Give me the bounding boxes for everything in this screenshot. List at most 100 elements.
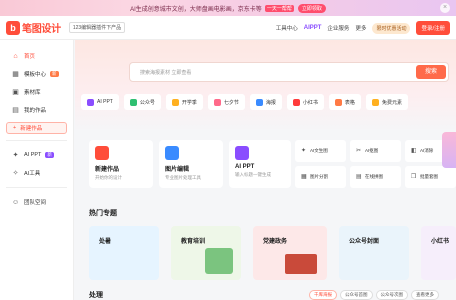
template-card[interactable]: 教育培训 <box>171 226 241 280</box>
category-school[interactable]: 开学季 <box>165 94 203 110</box>
new-badge: 新 <box>45 152 54 158</box>
feature-image-edit[interactable]: 图片编辑 专业图片处理工具 <box>159 140 223 188</box>
sidebar: ⌂ 首页 ▦ 模板中心 新 ▣ 素材库 ▤ 我的作品 + 新建作品 ✦ AI P… <box>0 40 74 300</box>
chip[interactable]: 公众号次图 <box>375 290 408 300</box>
template-card[interactable]: 处暑 <box>89 226 159 280</box>
feature-subtitle: 输入标题一键生成 <box>235 172 271 177</box>
home-icon: ⌂ <box>13 52 18 60</box>
template-label: 处暑 <box>99 239 112 245</box>
poster-icon <box>255 98 263 106</box>
heart-icon <box>213 98 221 106</box>
template-label: 小红书 <box>431 239 450 245</box>
section-title-hot: 热门专题 <box>89 210 117 217</box>
sidebar-item-ai-ppt[interactable]: ✦ AI PPT 新 <box>6 147 67 163</box>
plus-icon: + <box>13 125 17 131</box>
sparkle-icon: ✦ <box>301 148 307 154</box>
main-content: 搜索海报素材 立即查看 搜索 AI PPT 公众号 开学季 七夕节 海报 小红书… <box>75 40 456 300</box>
vip-button[interactable]: 限时优惠活动 <box>372 22 411 34</box>
tool-ai-text-to-image[interactable]: ✦ AI文生图 <box>295 140 346 162</box>
nav-tool-center[interactable]: 工具中心 <box>276 24 298 32</box>
feature-title: AI PPT <box>235 164 255 170</box>
logo[interactable]: b 笔图设计 <box>6 20 61 35</box>
promo-banner[interactable]: AI生成创意城市文创，大师盘画电影画，京东卡等 一天一帮帮 立即领取 × <box>0 0 456 16</box>
ai-icon: ✦ <box>12 151 19 159</box>
category-label: 免费元素 <box>381 99 402 106</box>
divider <box>6 187 67 188</box>
sidebar-item-team[interactable]: ☺ 团队空间 <box>6 194 67 210</box>
tool-label: 图片分割 <box>310 174 328 179</box>
nav-aippt[interactable]: AIPPT <box>304 25 322 31</box>
floating-promo[interactable] <box>442 132 456 168</box>
category-ai-ppt[interactable]: AI PPT <box>81 94 119 110</box>
tool-label: 在线拼图 <box>365 174 383 179</box>
divider <box>6 140 67 141</box>
sidebar-item-assets[interactable]: ▣ 素材库 <box>6 84 67 100</box>
logo-text: 笔图设计 <box>22 24 61 35</box>
template-icon: ▦ <box>12 70 19 78</box>
template-card[interactable]: 小红书 <box>421 226 456 280</box>
chip[interactable]: 公众号首图 <box>340 290 373 300</box>
wechat-icon <box>129 98 137 106</box>
image-icon: ▣ <box>12 88 19 96</box>
feature-new-work[interactable]: 新建作品 开始你的设计 <box>89 140 153 188</box>
category-bar: AI PPT 公众号 开学季 七夕节 海报 小红书 表格 免费元素 <box>81 94 456 112</box>
feature-ai-ppt[interactable]: AI PPT 输入标题一键生成 <box>229 140 291 188</box>
close-icon[interactable]: × <box>440 3 450 13</box>
search-input[interactable]: 搜索海报素材 立即查看 <box>140 69 191 76</box>
template-label: 公众号封面 <box>349 239 380 245</box>
sidebar-item-label: 首页 <box>24 54 36 60</box>
sidebar-item-templates[interactable]: ▦ 模板中心 新 <box>6 66 67 82</box>
banner-text: AI生成创意城市文创，大师盘画电影画，京东卡等 <box>130 6 262 13</box>
banner-cta[interactable]: 立即领取 <box>297 3 326 13</box>
category-table[interactable]: 表格 <box>328 94 361 110</box>
category-qixi[interactable]: 七夕节 <box>207 94 245 110</box>
tool-label: AI文生图 <box>310 148 328 153</box>
template-label: 党建政务 <box>263 239 288 245</box>
ppt-icon <box>235 146 249 160</box>
hero-section: 搜索海报素材 立即查看 搜索 AI PPT 公众号 开学季 七夕节 海报 小红书… <box>75 40 456 132</box>
tool-image-split[interactable]: ▦ 图片分割 <box>295 166 346 188</box>
chip[interactable]: 查看更多 <box>411 290 439 300</box>
chip-row: 千库海报 公众号首图 公众号次图 查看更多 <box>309 290 442 300</box>
chip[interactable]: 千库海报 <box>309 290 337 300</box>
tool-ai-cutout[interactable]: ✂ AI抠图 <box>350 140 401 162</box>
tool-batch[interactable]: ❒ 批量套图 <box>405 166 456 188</box>
top-header: b 笔图设计 123编辑器插件下产品 工具中心 AIPPT 企业服务 更多 限时… <box>0 16 456 40</box>
search-button[interactable]: 搜索 <box>416 65 446 79</box>
plus-icon <box>95 146 109 160</box>
template-label: 教育培训 <box>181 239 206 245</box>
section-title-more: 处理 <box>89 292 103 299</box>
gift-icon <box>371 98 379 106</box>
nav-enterprise[interactable]: 企业服务 <box>327 24 349 32</box>
template-card[interactable]: 公众号封面 <box>339 226 409 280</box>
school-icon <box>171 98 179 106</box>
header-nav: 工具中心 AIPPT 企业服务 更多 限时优惠活动 登录/注册 <box>276 16 456 40</box>
magic-wand-icon: ✧ <box>12 169 19 177</box>
sidebar-item-label: 我的作品 <box>24 108 47 114</box>
category-poster[interactable]: 海报 <box>249 94 282 110</box>
sidebar-item-my-works[interactable]: ▤ 我的作品 <box>6 102 67 118</box>
scissors-icon: ✂ <box>356 148 362 154</box>
category-xiaohongshu[interactable]: 小红书 <box>286 94 324 110</box>
template-card[interactable]: 党建政务 <box>253 226 327 280</box>
logo-icon: b <box>6 20 20 35</box>
category-free[interactable]: 免费元素 <box>365 94 408 110</box>
tool-label: 批量套图 <box>420 174 438 179</box>
extension-link[interactable]: 123编辑器插件下产品 <box>68 22 126 33</box>
sidebar-item-home[interactable]: ⌂ 首页 <box>6 48 67 64</box>
table-icon <box>334 98 342 106</box>
feature-subtitle: 专业图片处理工具 <box>165 175 201 180</box>
image-edit-icon <box>165 146 179 160</box>
search-bar[interactable]: 搜索海报素材 立即查看 搜索 <box>129 62 449 82</box>
tool-collage[interactable]: ▤ 在线拼图 <box>350 166 401 188</box>
eraser-icon: ◧ <box>411 148 417 154</box>
sidebar-item-label: AI工具 <box>24 171 41 177</box>
login-button[interactable]: 登录/注册 <box>416 21 450 35</box>
nav-more[interactable]: 更多 <box>355 24 366 32</box>
new-work-button[interactable]: + 新建作品 <box>6 122 67 134</box>
sidebar-item-label: 素材库 <box>24 90 41 96</box>
feature-title: 图片编辑 <box>165 167 190 173</box>
banner-tag: 一天一帮帮 <box>264 4 294 12</box>
sidebar-item-ai-tools[interactable]: ✧ AI工具 <box>6 165 67 181</box>
category-wechat[interactable]: 公众号 <box>123 94 161 110</box>
